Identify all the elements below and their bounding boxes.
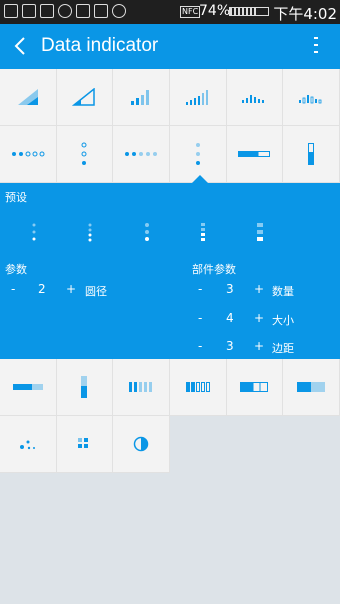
status-bar: NFC 74% 下午4:02 [0, 0, 340, 24]
radius-label: 圆径 [85, 285, 107, 298]
chevron-left-icon [14, 37, 25, 55]
image-icon [22, 4, 36, 18]
size-value: 4 [226, 311, 234, 325]
dotted-bars-icon[interactable] [283, 69, 340, 126]
overflow-menu-button[interactable] [312, 37, 320, 57]
keyboard-icon [76, 4, 90, 18]
count-value: 3 [226, 282, 234, 296]
equalizer-bars-icon[interactable] [226, 69, 284, 126]
horizontal-progress-icon[interactable] [226, 126, 284, 183]
indicator-style-grid-bottom [0, 359, 340, 473]
security-icon [58, 4, 72, 18]
config-panel: 预设 参数 - 2 + 圆径 部件参数 - 3 + 数量 - 4 + 大小 - … [0, 183, 340, 359]
preset-dots-3[interactable] [142, 222, 152, 242]
photo-icon [94, 4, 108, 18]
block-bar-filled-icon[interactable] [226, 359, 284, 416]
notification-icons [4, 4, 126, 18]
nfc-icon: NFC [180, 6, 201, 18]
radius-minus-button[interactable]: - [11, 282, 15, 296]
preset-dots-1[interactable] [29, 222, 39, 242]
part-params-label: 部件参数 [192, 263, 236, 276]
margin-plus-button[interactable]: + [254, 339, 264, 353]
size-minus-button[interactable]: - [198, 311, 202, 325]
margin-value: 3 [226, 339, 234, 353]
scatter-dots-icon[interactable] [0, 416, 57, 473]
size-label: 大小 [272, 314, 294, 327]
preset-squares-2[interactable] [255, 222, 265, 242]
signal-triangle-outline-icon[interactable] [56, 69, 114, 126]
margin-label: 边距 [272, 342, 294, 355]
notification-app-icon [4, 4, 18, 18]
dots-vertical-icon[interactable] [56, 126, 114, 183]
count-minus-button[interactable]: - [198, 282, 202, 296]
margin-minus-button[interactable]: - [198, 339, 202, 353]
signal-bars-many-icon[interactable] [170, 69, 227, 126]
app-bar: Data indicator [0, 24, 340, 69]
preset-dots-2[interactable] [85, 222, 95, 242]
horizontal-bar-icon[interactable] [0, 359, 57, 416]
dots-horizontal-fade-icon[interactable] [113, 126, 170, 183]
clock: 下午4:02 [273, 5, 337, 23]
dots-horizontal-icon[interactable] [0, 126, 57, 183]
preset-label: 预设 [5, 191, 27, 204]
signal-bars-tall-icon[interactable] [113, 69, 170, 126]
segment-bars-outline-icon[interactable] [170, 359, 227, 416]
half-circle-icon[interactable] [113, 416, 170, 473]
page-title: Data indicator [41, 35, 159, 56]
vertical-progress-icon[interactable] [283, 126, 340, 183]
android-icon [112, 4, 126, 18]
battery-icon [229, 7, 269, 16]
shield-icon [40, 4, 54, 18]
radius-value: 2 [38, 282, 46, 296]
count-plus-button[interactable]: + [254, 282, 264, 296]
vertical-bar-icon[interactable] [56, 359, 114, 416]
battery-percent: 74% [199, 3, 231, 19]
preset-squares-1[interactable] [198, 222, 208, 242]
params-label: 参数 [5, 263, 27, 276]
back-button[interactable] [10, 34, 32, 58]
block-bar-gradient-icon[interactable] [283, 359, 340, 416]
indicator-style-grid [0, 69, 340, 183]
size-plus-button[interactable]: + [254, 311, 264, 325]
signal-triangle-filled-icon[interactable] [0, 69, 57, 126]
grid-dots-icon[interactable] [56, 416, 114, 473]
segment-bars-filled-icon[interactable] [113, 359, 170, 416]
selection-pointer [192, 175, 208, 183]
radius-plus-button[interactable]: + [66, 282, 76, 296]
count-label: 数量 [272, 285, 294, 298]
